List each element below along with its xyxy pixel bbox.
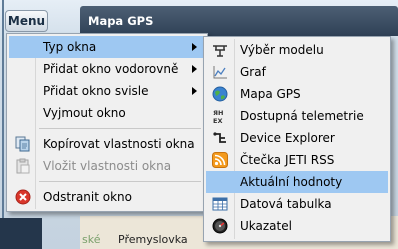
dark-panel xyxy=(0,218,42,249)
menu-item-cut-window[interactable]: Vyjmout okno xyxy=(9,102,205,124)
menu-item-label: Výběr modelu xyxy=(240,43,324,57)
device-explorer-icon xyxy=(213,132,226,143)
copy-icon xyxy=(15,136,30,152)
model-select-icon xyxy=(213,45,227,57)
window-title-bar: Mapa GPS xyxy=(80,6,398,36)
menu-item-add-horizontal[interactable]: Přidat okno vodorovně xyxy=(9,58,205,80)
menu-item-delete-window[interactable]: Odstranit okno xyxy=(9,186,205,208)
telemetry-icon: ЯН EX xyxy=(213,109,223,124)
submenu-arrow-icon xyxy=(192,65,197,73)
window-type-submenu: Výběr modelu Graf Mapa GPS ЯН EX Dostupn… xyxy=(203,36,391,242)
table-icon xyxy=(212,197,228,211)
chart-icon xyxy=(213,66,227,79)
menu-item-gauge[interactable]: Ukazatel xyxy=(206,215,388,237)
menu-item-label: Přidat okno vodorovně xyxy=(43,62,179,76)
map-street-label: Přemyslovka xyxy=(118,233,188,246)
window-border xyxy=(2,0,4,249)
window-title: Mapa GPS xyxy=(88,14,154,28)
menu-item-label: Kopírovat vlastnosti okna xyxy=(43,137,195,151)
svg-text:EX: EX xyxy=(213,117,222,124)
menu-item-chart[interactable]: Graf xyxy=(206,61,388,83)
menu-item-label: Ukazatel xyxy=(240,219,292,233)
menu-item-data-table[interactable]: Datová tabulka xyxy=(206,193,388,215)
menu-item-paste-properties[interactable]: Vložit vlastnosti okna xyxy=(9,155,205,177)
menu-item-label: Dostupná telemetrie xyxy=(240,109,364,123)
submenu-arrow-icon xyxy=(192,43,197,51)
menu-item-label: Graf xyxy=(240,65,266,79)
menu-item-add-vertical[interactable]: Přidat okno svisle xyxy=(9,80,205,102)
menu-item-window-type[interactable]: Typ okna xyxy=(9,36,205,58)
rss-icon xyxy=(212,152,228,168)
menu-item-label: Device Explorer xyxy=(240,131,335,145)
context-menu: Typ okna Přidat okno vodorovně Přidat ok… xyxy=(6,33,208,212)
menu-button[interactable]: Menu xyxy=(5,10,48,32)
map-label-fragment: ské xyxy=(82,233,101,246)
submenu-arrow-icon xyxy=(192,87,197,95)
menu-item-label: Vložit vlastnosti okna xyxy=(43,159,172,173)
menu-item-label: Aktuální hodnoty xyxy=(240,175,343,189)
menu-item-label: Datová tabulka xyxy=(240,197,332,211)
menu-item-available-telemetry[interactable]: ЯН EX Dostupná telemetrie xyxy=(206,105,388,127)
menu-separator xyxy=(39,181,201,182)
menu-item-copy-properties[interactable]: Kopírovat vlastnosti okna xyxy=(9,133,205,155)
menu-item-label: Přidat okno svisle xyxy=(43,84,149,98)
menu-separator xyxy=(39,128,201,129)
paste-icon xyxy=(16,158,30,174)
menu-item-label: Odstranit okno xyxy=(43,190,133,204)
menu-item-label: Typ okna xyxy=(43,40,97,54)
globe-icon xyxy=(212,86,228,102)
menu-item-label: Vyjmout okno xyxy=(43,106,126,120)
menu-item-gps-map[interactable]: Mapa GPS xyxy=(206,83,388,105)
menu-item-label: Mapa GPS xyxy=(240,87,301,101)
menu-item-rss-reader[interactable]: Čtečka JETI RSS xyxy=(206,149,388,171)
menu-item-current-values[interactable]: Aktuální hodnoty xyxy=(206,171,388,193)
menu-item-model-select[interactable]: Výběr modelu xyxy=(206,39,388,61)
svg-text:ЯН: ЯН xyxy=(213,109,223,117)
menu-item-device-explorer[interactable]: Device Explorer xyxy=(206,127,388,149)
delete-icon xyxy=(15,189,31,205)
gauge-icon xyxy=(212,218,228,234)
menu-item-label: Čtečka JETI RSS xyxy=(240,153,335,167)
